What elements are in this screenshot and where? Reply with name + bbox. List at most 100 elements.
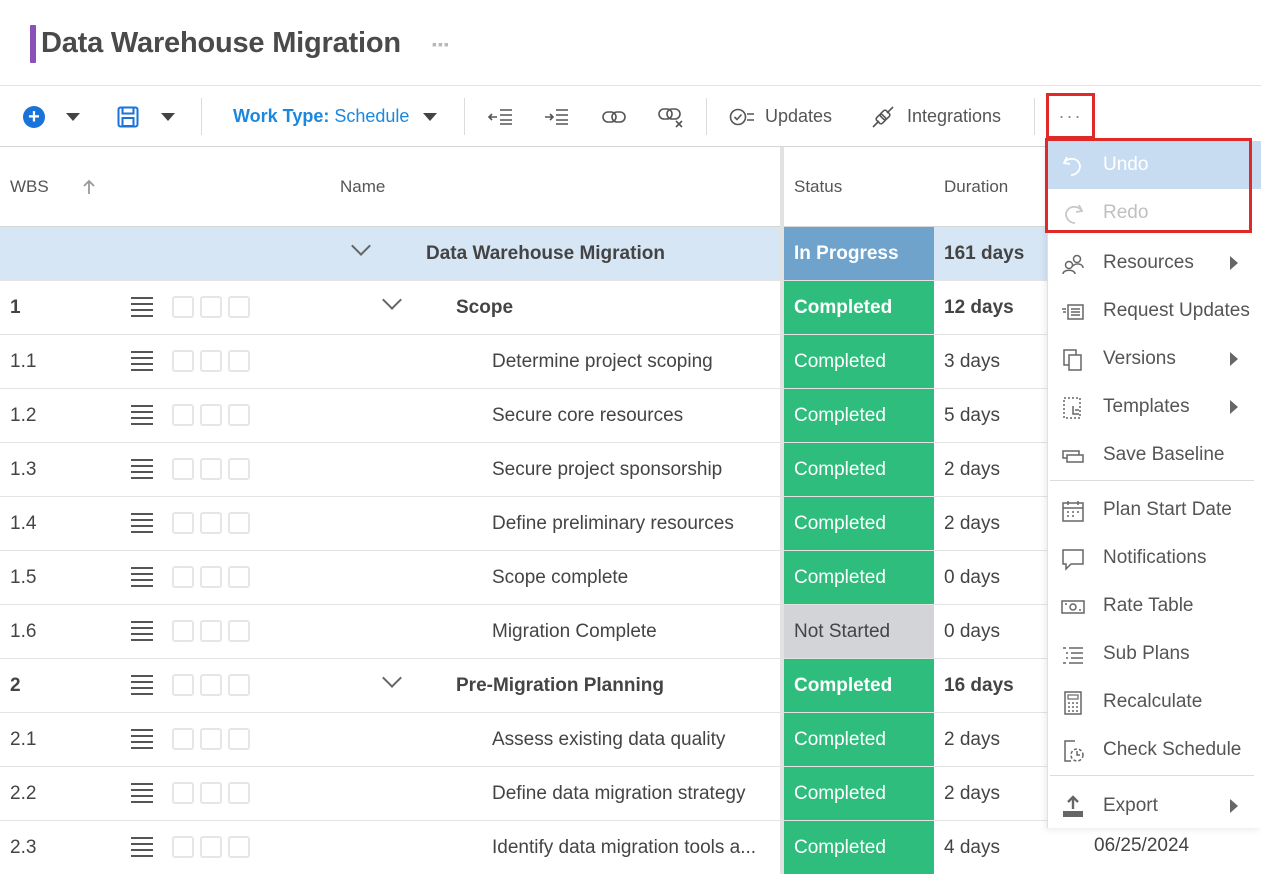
status-badge[interactable]: Completed [784, 821, 934, 874]
menu-item-export[interactable]: Export [1048, 782, 1261, 830]
attachment-icon[interactable] [172, 404, 194, 426]
detail-icon[interactable] [228, 350, 250, 372]
menu-item-versions[interactable]: Versions [1048, 335, 1261, 383]
comment-icon[interactable] [200, 566, 222, 588]
duration-cell[interactable]: 5 days [944, 389, 1000, 443]
integrations-button[interactable]: Integrations [871, 86, 1001, 147]
name-cell[interactable]: Pre-Migration Planning [456, 659, 664, 713]
name-cell[interactable]: Define preliminary resources [492, 497, 734, 551]
chevron-down-icon[interactable] [351, 236, 371, 256]
detail-icon[interactable] [228, 404, 250, 426]
detail-icon[interactable] [228, 566, 250, 588]
attachment-icon[interactable] [172, 350, 194, 372]
unlink-button[interactable] [657, 86, 685, 147]
menu-item-redo[interactable]: Redo [1048, 189, 1261, 237]
duration-cell[interactable]: 3 days [944, 335, 1000, 389]
name-cell[interactable]: Define data migration strategy [492, 767, 745, 821]
menu-item-templates[interactable]: Templates [1048, 383, 1261, 431]
duration-cell[interactable]: 161 days [944, 227, 1024, 281]
menu-item-plan-start-date[interactable]: Plan Start Date [1048, 486, 1261, 534]
row-menu-icon[interactable] [131, 783, 153, 803]
comment-icon[interactable] [200, 296, 222, 318]
save-button[interactable] [117, 86, 139, 147]
duration-cell[interactable]: 2 days [944, 713, 1000, 767]
name-cell[interactable]: Scope [456, 281, 513, 335]
status-badge[interactable]: Not Started [784, 605, 934, 658]
column-header-wbs[interactable]: WBS [10, 147, 49, 227]
menu-item-undo[interactable]: Undo [1048, 141, 1261, 189]
add-button[interactable]: + [23, 86, 45, 147]
row-menu-icon[interactable] [131, 729, 153, 749]
duration-cell[interactable]: 4 days [944, 821, 1000, 874]
name-cell[interactable]: Scope complete [492, 551, 628, 605]
status-badge[interactable]: Completed [784, 551, 934, 604]
grid-splitter[interactable] [780, 147, 784, 874]
duration-cell[interactable]: 12 days [944, 281, 1014, 335]
attachment-icon[interactable] [172, 296, 194, 318]
column-header-status[interactable]: Status [794, 147, 842, 227]
duration-cell[interactable]: 2 days [944, 497, 1000, 551]
duration-cell[interactable]: 0 days [944, 551, 1000, 605]
row-menu-icon[interactable] [131, 351, 153, 371]
menu-item-resources[interactable]: Resources [1048, 239, 1261, 287]
name-cell[interactable]: Identify data migration tools a... [492, 821, 756, 874]
sort-ascending-icon[interactable] [82, 147, 96, 227]
comment-icon[interactable] [200, 350, 222, 372]
column-header-duration[interactable]: Duration [944, 147, 1008, 227]
attachment-icon[interactable] [172, 620, 194, 642]
detail-icon[interactable] [228, 512, 250, 534]
more-options-button[interactable]: ··· [1046, 93, 1095, 139]
menu-item-check-schedule[interactable]: Check Schedule [1048, 726, 1261, 774]
row-menu-icon[interactable] [131, 837, 153, 857]
link-button[interactable] [601, 86, 627, 147]
name-cell[interactable]: Secure project sponsorship [492, 443, 722, 497]
save-dropdown-button[interactable] [161, 86, 175, 147]
menu-item-save-baseline[interactable]: Save Baseline [1048, 431, 1261, 479]
row-menu-icon[interactable] [131, 297, 153, 317]
menu-item-notifications[interactable]: Notifications [1048, 534, 1261, 582]
outdent-button[interactable] [488, 86, 514, 147]
work-type-select[interactable]: Work Type: Schedule [233, 86, 438, 147]
status-badge[interactable]: Completed [784, 281, 934, 334]
attachment-icon[interactable] [172, 728, 194, 750]
attachment-icon[interactable] [172, 836, 194, 858]
status-badge[interactable]: Completed [784, 443, 934, 496]
chevron-down-icon[interactable] [382, 668, 402, 688]
menu-item-recalculate[interactable]: Recalculate [1048, 678, 1261, 726]
detail-icon[interactable] [228, 620, 250, 642]
comment-icon[interactable] [200, 674, 222, 696]
name-cell[interactable]: Migration Complete [492, 605, 657, 659]
duration-cell[interactable]: 16 days [944, 659, 1014, 713]
indent-button[interactable] [544, 86, 570, 147]
attachment-icon[interactable] [172, 512, 194, 534]
row-menu-icon[interactable] [131, 621, 153, 641]
name-cell[interactable]: Assess existing data quality [492, 713, 725, 767]
detail-icon[interactable] [228, 674, 250, 696]
menu-item-request-updates[interactable]: Request Updates [1048, 287, 1261, 335]
detail-icon[interactable] [228, 836, 250, 858]
status-badge[interactable]: Completed [784, 497, 934, 550]
comment-icon[interactable] [200, 728, 222, 750]
status-badge[interactable]: Completed [784, 335, 934, 388]
attachment-icon[interactable] [172, 566, 194, 588]
add-dropdown-button[interactable] [66, 86, 80, 147]
status-badge[interactable]: Completed [784, 659, 934, 712]
name-cell[interactable]: Determine project scoping [492, 335, 713, 389]
row-menu-icon[interactable] [131, 567, 153, 587]
comment-icon[interactable] [200, 836, 222, 858]
detail-icon[interactable] [228, 296, 250, 318]
row-menu-icon[interactable] [131, 459, 153, 479]
updates-button[interactable]: Updates [729, 86, 832, 147]
detail-icon[interactable] [228, 782, 250, 804]
column-header-name[interactable]: Name [340, 147, 385, 227]
comment-icon[interactable] [200, 620, 222, 642]
comment-icon[interactable] [200, 404, 222, 426]
menu-item-sub-plans[interactable]: Sub Plans [1048, 630, 1261, 678]
chevron-down-icon[interactable] [382, 290, 402, 310]
attachment-icon[interactable] [172, 782, 194, 804]
duration-cell[interactable]: 0 days [944, 605, 1000, 659]
status-badge[interactable]: Completed [784, 713, 934, 766]
menu-item-rate-table[interactable]: Rate Table [1048, 582, 1261, 630]
row-menu-icon[interactable] [131, 513, 153, 533]
duration-cell[interactable]: 2 days [944, 443, 1000, 497]
